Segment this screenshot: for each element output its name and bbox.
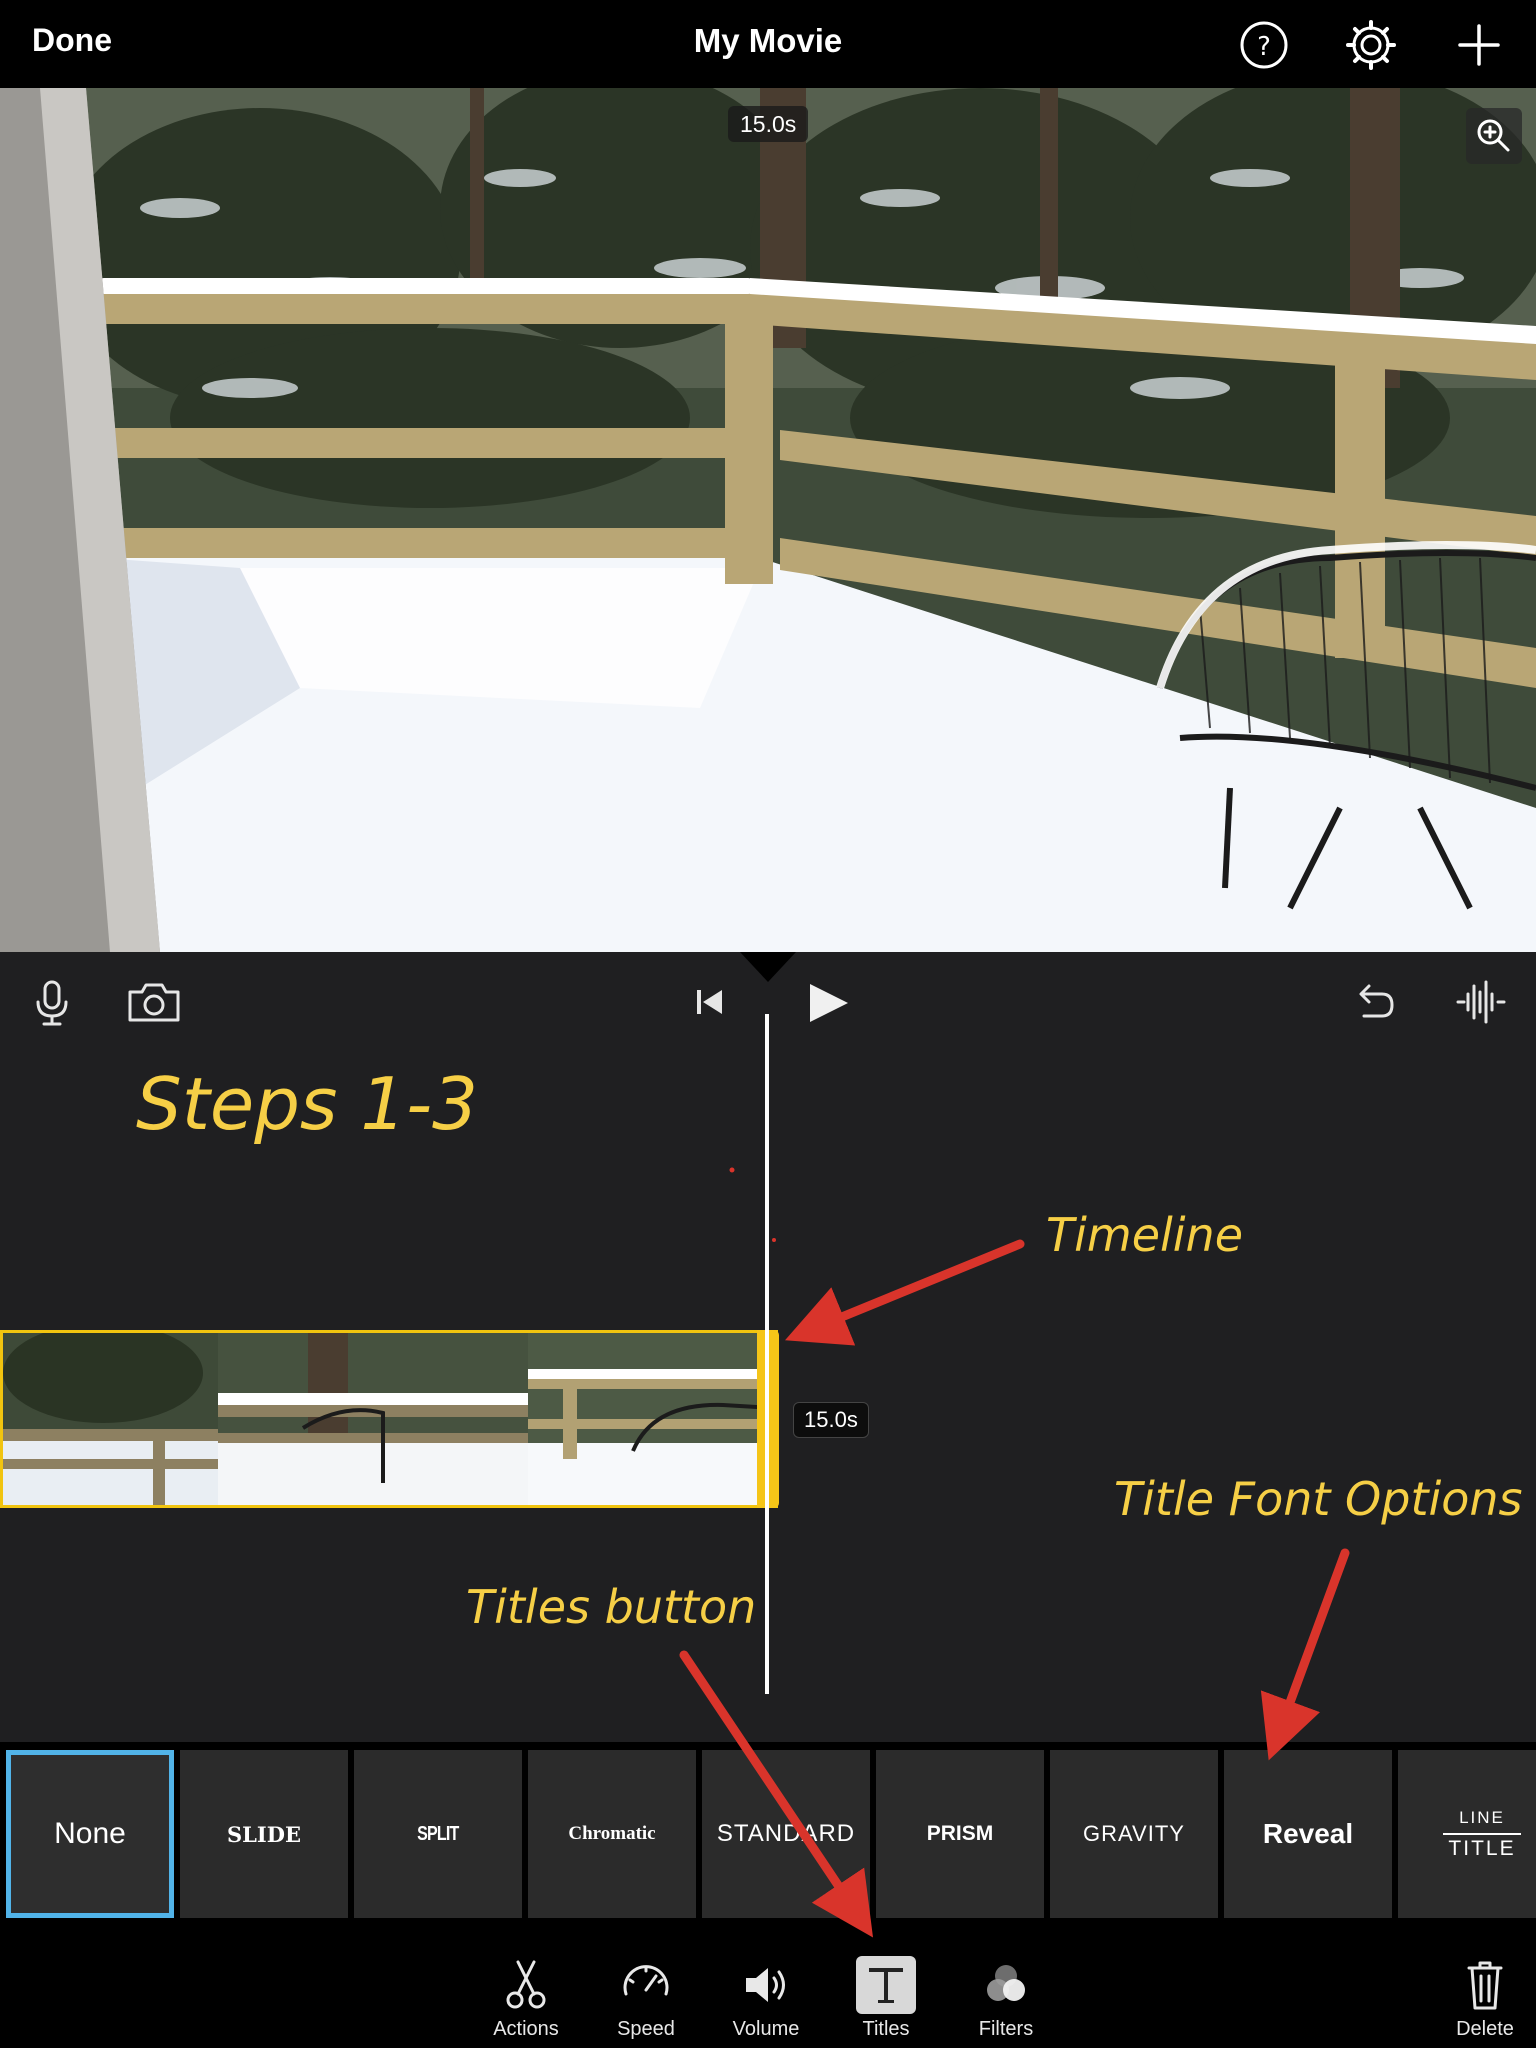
clip-duration-label: 15.0s [793,1402,869,1438]
title-style-line-title[interactable]: LINE TITLE [1398,1750,1536,1918]
undo-icon[interactable] [1342,972,1402,1032]
play-icon[interactable] [800,972,860,1032]
annotation-font-options: Title Font Options [1114,1472,1523,1526]
title-styles-strip: None SLIDE SPLIT Chromatic STANDARD PRIS… [0,1742,1536,1922]
volume-button[interactable]: Volume [711,1956,821,2041]
titles-button[interactable]: Titles [831,1956,941,2041]
timeline-panel: 15.0s Steps 1-3 Timeline Title Font Opti… [0,952,1536,1742]
title-style-label: None [54,1817,126,1850]
audio-waveform-icon[interactable] [1450,972,1510,1032]
titles-label: Titles [862,2018,910,2040]
title-style-label-bottom: TITLE [1448,1836,1516,1860]
help-icon[interactable]: ? [1237,18,1291,72]
speed-button[interactable]: Speed [591,1956,701,2041]
title-style-label: GRAVITY [1083,1821,1185,1846]
title-style-label: SLIDE [227,1821,301,1847]
delete-label: Delete [1456,2018,1514,2040]
snowy-deck-video-frame [0,88,1536,952]
filters-circles-icon [976,1956,1036,2014]
title-style-label: Chromatic [568,1823,656,1844]
title-style-label: STANDARD [716,1820,856,1847]
title-style-label: Reveal [1262,1818,1354,1849]
skip-to-start-icon[interactable] [680,972,740,1032]
video-clip[interactable] [0,1330,778,1508]
title-style-split[interactable]: SPLIT [354,1750,522,1918]
title-style-slide[interactable]: SLIDE [180,1750,348,1918]
settings-gear-icon[interactable] [1344,18,1398,72]
speedometer-icon [616,1956,676,2014]
title-style-label: SPLIT [417,1822,459,1845]
title-style-gravity[interactable]: GRAVITY [1050,1750,1218,1918]
scissors-icon [496,1956,556,2014]
zoom-in-icon[interactable] [1466,108,1522,164]
page-title: My Movie [693,22,843,59]
microphone-icon[interactable] [22,972,82,1032]
camera-icon[interactable] [124,972,184,1032]
playhead-marker [740,952,796,982]
filters-label: Filters [978,2018,1034,2040]
delete-button[interactable]: Delete [1430,1956,1536,2041]
playhead-line [765,1014,769,1694]
title-style-none[interactable]: None [6,1750,174,1918]
actions-label: Actions [493,2018,559,2040]
clip-duration-overlay: 15.0s [728,106,809,142]
title-style-prism[interactable]: PRISM [876,1750,1044,1918]
title-style-chromatic[interactable]: Chromatic [528,1750,696,1918]
title-style-reveal[interactable]: Reveal [1224,1750,1392,1918]
add-plus-icon[interactable] [1452,18,1506,72]
svg-text:?: ? [1257,32,1271,62]
filters-button[interactable]: Filters [951,1956,1061,2041]
annotation-timeline: Timeline [1046,1208,1244,1262]
volume-label: Volume [732,2018,800,2040]
done-button[interactable]: Done [32,22,112,59]
top-navigation-bar: Done My Movie ? [0,0,1536,88]
video-preview[interactable]: 15.0s [0,88,1536,952]
annotation-heading: Steps 1-3 [136,1062,478,1146]
trash-icon [1455,1956,1515,2014]
title-style-label: PRISM [926,1822,994,1845]
clip-thumbnails [3,1333,775,1505]
speed-label: Speed [617,2018,675,2040]
actions-button[interactable]: Actions [471,1956,581,2041]
speaker-icon [736,1956,796,2014]
title-style-divider [1443,1832,1521,1835]
annotation-titles-button: Titles button [466,1580,757,1634]
title-style-label-top: LINE [1459,1807,1505,1827]
text-t-icon [856,1956,916,2014]
bottom-toolbar: Actions Speed Volume Titles Filters Dele… [0,1922,1536,2048]
title-style-standard[interactable]: STANDARD [702,1750,870,1918]
